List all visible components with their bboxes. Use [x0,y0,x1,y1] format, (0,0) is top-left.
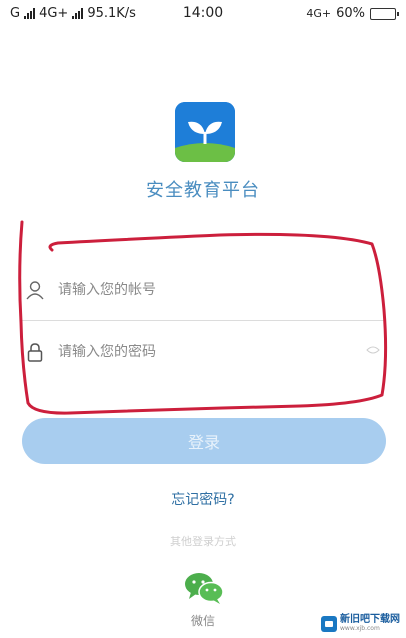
status-bar-right: 4G+ 60% [306,6,399,21]
site-watermark: 新旧吧下载网 www.xjb.com [321,614,400,632]
wechat-icon [185,573,224,604]
network-type-right: 4G+ [306,7,332,20]
username-field[interactable] [22,268,386,312]
app-title: 安全教育平台 [146,180,260,201]
lock-icon [24,341,46,363]
watermark-logo-icon [321,615,337,632]
battery-percent: 60% [336,6,365,21]
watermark-url: www.xjb.com [340,624,380,632]
forgot-password-link[interactable]: 忘记密码? [0,489,406,509]
watermark-text: 新旧吧下载网 [340,614,400,626]
eye-icon[interactable] [366,346,380,357]
password-field[interactable] [22,330,386,374]
username-input[interactable] [58,282,386,298]
wechat-login-button[interactable] [183,570,225,606]
user-icon [24,279,46,301]
sprout-logo-icon [175,102,235,162]
other-login-methods-label: 其他登录方式 [170,535,236,548]
battery-icon [370,7,399,20]
status-bar: G 4G+ 95.1K/s 14:00 4G+ 60% [0,0,406,28]
field-divider [22,320,386,321]
password-input[interactable] [58,344,386,360]
login-button[interactable]: 登录 [22,418,386,464]
